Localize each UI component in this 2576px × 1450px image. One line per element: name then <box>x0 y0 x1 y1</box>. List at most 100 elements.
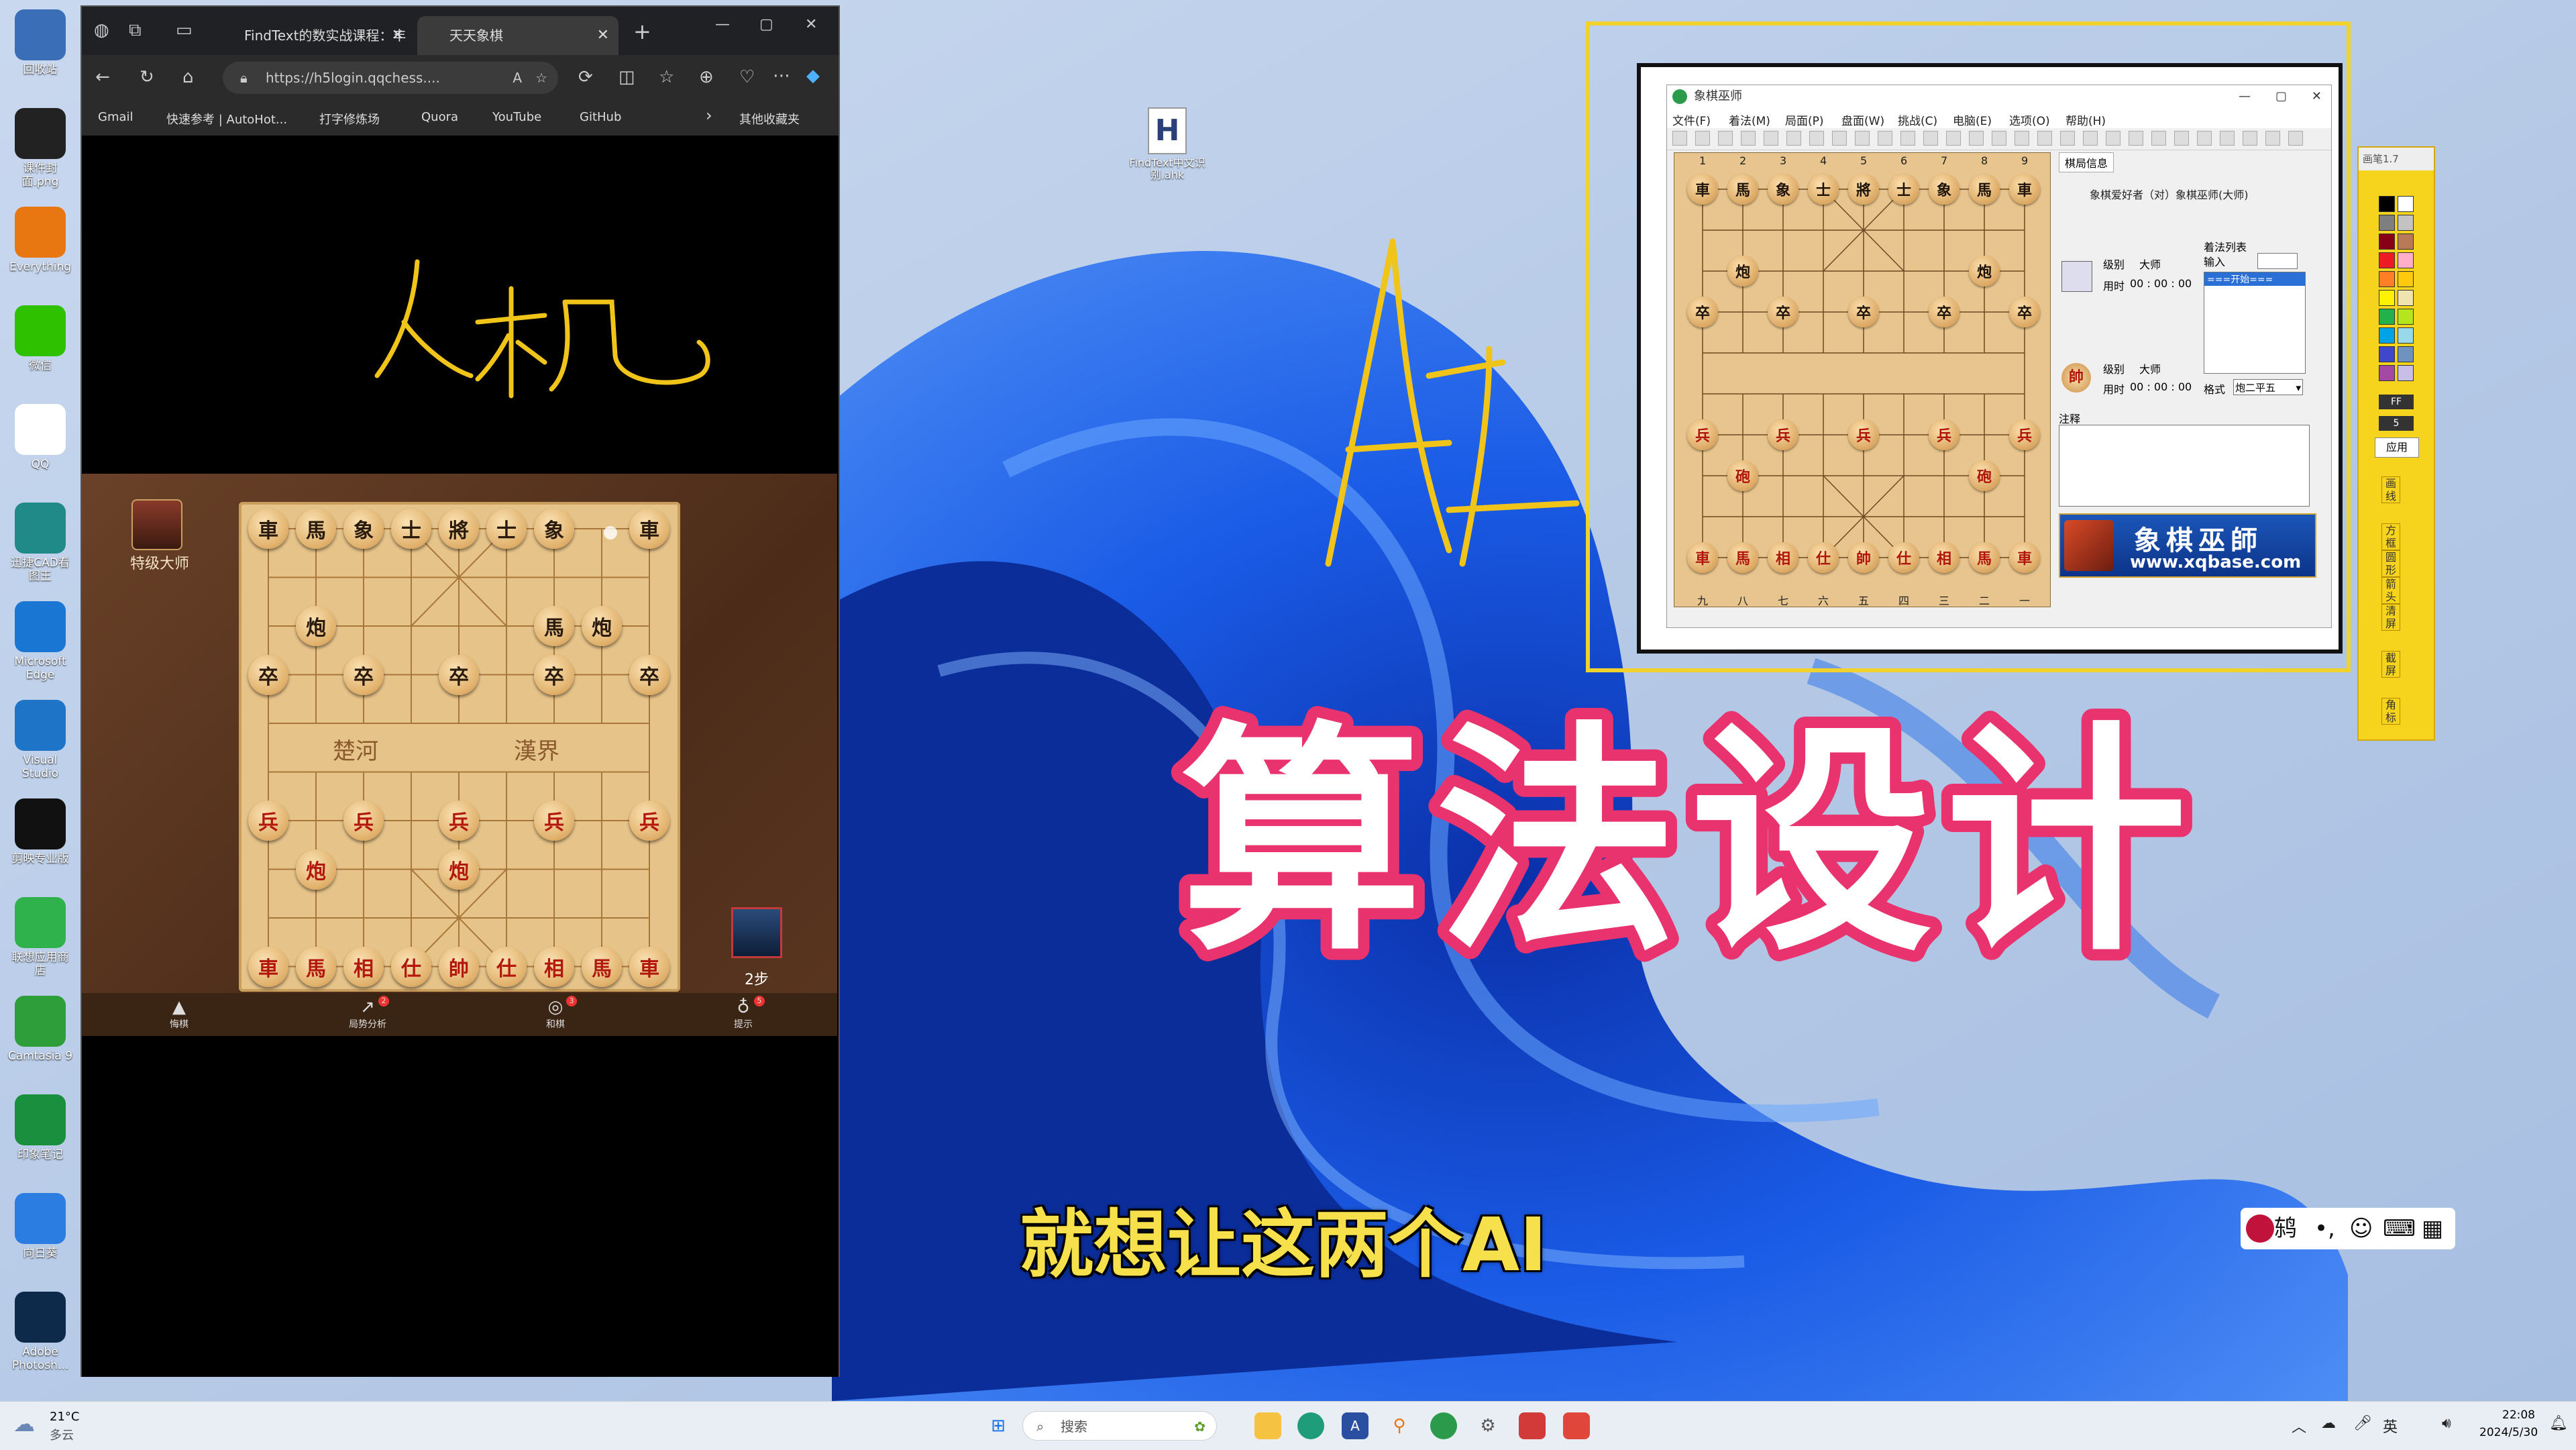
bookmark-autohotkey[interactable]: 快速参考 | AutoHot... <box>166 110 287 127</box>
maximize-button[interactable]: ▢ <box>759 16 773 33</box>
color-swatch[interactable] <box>2379 346 2395 362</box>
minimize-button[interactable]: — <box>715 16 730 33</box>
xq-red-piece[interactable]: 車 <box>2009 542 2040 573</box>
tab-tiantian-xiangqi[interactable]: 天天象棋 ✕ <box>417 16 619 55</box>
xq-minimize-button[interactable]: — <box>2239 85 2251 108</box>
copilot-icon[interactable]: ◆ <box>806 66 820 86</box>
favorite-star-icon[interactable]: ☆ <box>535 62 547 94</box>
edge-taskbar-icon[interactable] <box>1297 1412 1324 1439</box>
xq-toolbar-button-icon[interactable] <box>1832 131 1847 146</box>
nav-analysis[interactable]: ↗ 局势分析 2 <box>327 996 408 1031</box>
xq-toolbar-button-icon[interactable] <box>2015 131 2029 146</box>
address-bar[interactable]: 🔒︎ https://h5login.qqchess.... A ☆ <box>223 62 558 94</box>
split-screen-icon[interactable]: ◫ <box>619 67 635 87</box>
red-piece[interactable]: 車 <box>248 946 288 987</box>
color-swatch[interactable] <box>2398 346 2414 362</box>
opponent-avatar[interactable] <box>131 499 182 550</box>
desktop-icon-app-share[interactable]: 向日葵 <box>7 1189 74 1276</box>
xq-toolbar-button-icon[interactable] <box>1672 131 1687 146</box>
black-piece[interactable]: 卒 <box>248 654 288 695</box>
bookmark-other-favorites[interactable]: 其他收藏夹 <box>739 110 800 127</box>
bookmark-gmail[interactable]: Gmail <box>98 110 133 124</box>
red-piece[interactable]: 兵 <box>343 800 384 841</box>
xq-menu-item[interactable]: 选项(O) <box>2009 111 2050 128</box>
desktop-icon-camtasia[interactable]: Camtasia 9 <box>7 992 74 1079</box>
black-piece[interactable]: 士 <box>391 509 431 549</box>
xq-black-piece[interactable]: 卒 <box>1848 297 1879 327</box>
desktop-icon-everything[interactable]: Everything <box>7 203 74 290</box>
xq-toolbar-button-icon[interactable] <box>2220 131 2235 146</box>
red-piece[interactable]: 相 <box>343 946 384 987</box>
xq-toolbar-button-icon[interactable] <box>1923 131 1938 146</box>
close-window-button[interactable]: ✕ <box>805 16 817 33</box>
color-swatch[interactable] <box>2398 327 2414 344</box>
refresh-icon[interactable]: ↻ <box>140 67 154 87</box>
xq-maximize-button[interactable]: ▢ <box>2275 85 2287 108</box>
xq-menu-item[interactable]: 挑战(C) <box>1898 111 1937 128</box>
black-piece[interactable]: 車 <box>629 509 669 549</box>
color-swatch[interactable] <box>2379 327 2395 344</box>
xq-red-piece[interactable]: 仕 <box>1888 542 1919 573</box>
nav-hint[interactable]: ♁ 提示 5 <box>703 996 784 1031</box>
xq-input-field[interactable] <box>2257 253 2298 269</box>
volume-icon[interactable]: 🔊︎ <box>2442 1415 2451 1432</box>
xq-red-piece[interactable]: 兵 <box>1929 419 1960 450</box>
xq-red-piece[interactable]: 兵 <box>2009 419 2040 450</box>
xq-movelist[interactable]: ===开始=== <box>2204 272 2306 374</box>
xq-red-piece[interactable]: 帥 <box>1848 542 1879 573</box>
back-arrow-icon[interactable]: ← <box>95 67 110 87</box>
bookmark-github[interactable]: GitHub <box>580 110 621 124</box>
xq-black-piece[interactable]: 卒 <box>2009 297 2040 327</box>
desktop-icon-evernote[interactable]: 印象笔记 <box>7 1090 74 1178</box>
ime-punct[interactable]: •, <box>2314 1208 2335 1249</box>
tool-tab[interactable]: 画线 <box>2381 476 2400 503</box>
network-icon[interactable]: ☁ <box>2321 1415 2336 1432</box>
black-piece[interactable]: 象 <box>343 509 384 549</box>
xq-black-piece[interactable]: 士 <box>1808 174 1839 205</box>
xq-toolbar-button-icon[interactable] <box>2174 131 2189 146</box>
settings-gear-icon[interactable]: ⚙ <box>1474 1412 1501 1439</box>
xq-menu-item[interactable]: 帮助(H) <box>2065 111 2106 128</box>
black-piece[interactable]: 象 <box>534 509 574 549</box>
xq-black-piece[interactable]: 炮 <box>1727 256 1758 287</box>
red-piece[interactable]: 馬 <box>296 946 336 987</box>
xq-toolbar-button-icon[interactable] <box>2151 131 2166 146</box>
desktop-icon-cad[interactable]: 迅捷CAD看图王 <box>7 499 74 586</box>
desktop-icon-capcut[interactable]: 剪映专业版 <box>7 794 74 882</box>
read-aloud-icon[interactable]: A <box>513 62 522 94</box>
xq-toolbar-button-icon[interactable] <box>2288 131 2303 146</box>
ime-mode[interactable]: 鸫 <box>2274 1208 2297 1249</box>
xq-menu-item[interactable]: 电脑(E) <box>1953 111 1992 128</box>
red-piece[interactable]: 兵 <box>248 800 288 841</box>
xq-black-piece[interactable]: 卒 <box>1768 297 1799 327</box>
xq-red-piece[interactable]: 兵 <box>1848 419 1879 450</box>
clock-time[interactable]: 22:08 <box>2502 1408 2535 1422</box>
desktop-icon-qq[interactable]: QQ <box>7 400 74 487</box>
xq-black-piece[interactable]: 卒 <box>1929 297 1960 327</box>
tab-close-icon[interactable]: ✕ <box>392 16 404 55</box>
xq-toolbar-button-icon[interactable] <box>2243 131 2257 146</box>
tool-tab[interactable]: 截屏 <box>2381 651 2400 678</box>
tool-tab[interactable]: 方框 <box>2381 523 2400 550</box>
xq-black-piece[interactable]: 卒 <box>1687 297 1718 327</box>
color-swatch[interactable] <box>2398 365 2414 381</box>
notification-bell-icon[interactable]: 🔔︎ <box>2549 1415 2568 1432</box>
xq-toolbar-button-icon[interactable] <box>1969 131 1984 146</box>
color-swatch[interactable] <box>2379 234 2395 250</box>
xq-toolbar-button-icon[interactable] <box>1900 131 1915 146</box>
app-red-icon[interactable] <box>1519 1412 1546 1439</box>
xq-toolbar-button-icon[interactable] <box>1946 131 1961 146</box>
desktop-icon-wxwork[interactable]: 联想应用商店 <box>7 893 74 980</box>
ime-logo-icon[interactable] <box>2246 1214 2274 1243</box>
edge-profile-icon[interactable]: ◍ <box>94 20 109 40</box>
tray-chevron-icon[interactable]: ︿ <box>2292 1415 2306 1437</box>
nav-draw[interactable]: ◎ 和棋 3 <box>515 996 596 1031</box>
xq-red-piece[interactable]: 車 <box>1687 542 1718 573</box>
xiangqi-board[interactable]: 楚河 漢界 車馬象士將士象車炮馬炮卒卒卒卒卒兵兵兵兵兵炮炮車馬相仕帥仕相馬車 <box>239 502 680 992</box>
xq-toolbar-button-icon[interactable] <box>1764 131 1778 146</box>
xq-menu-item[interactable]: 着法(M) <box>1729 111 1770 128</box>
xq-toolbar-button-icon[interactable] <box>2083 131 2098 146</box>
xq-toolbar-button-icon[interactable] <box>2037 131 2052 146</box>
red-piece[interactable]: 馬 <box>582 946 622 987</box>
bookmarks-overflow-chevron-icon[interactable]: › <box>706 106 712 125</box>
